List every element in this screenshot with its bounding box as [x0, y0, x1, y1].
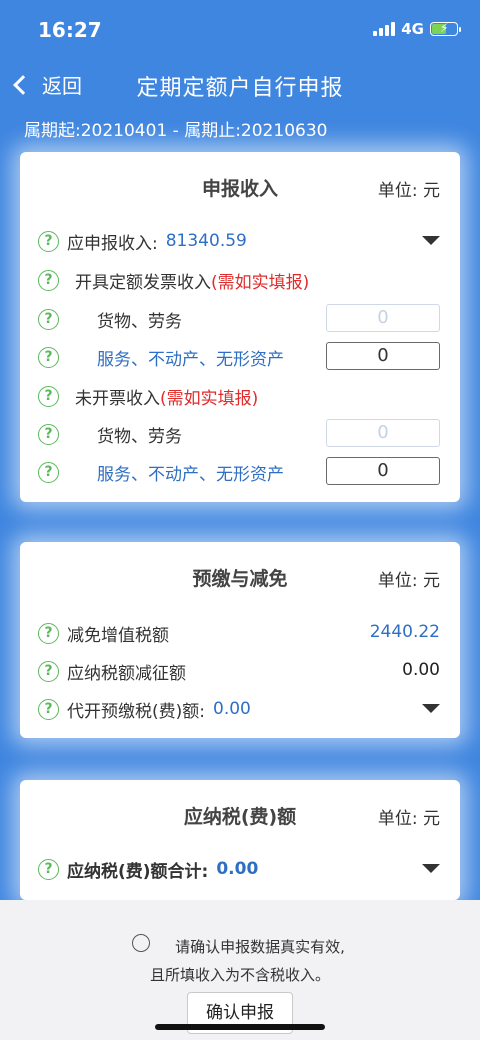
help-icon[interactable]: ?: [38, 858, 59, 880]
tax-reduction-value: 0.00: [402, 660, 440, 680]
help-icon[interactable]: ?: [38, 385, 59, 407]
prepaid-tax-row[interactable]: ? 代开预缴税(费)额: 0.00: [38, 694, 440, 724]
confirm-panel: 请确认申报数据真实有效, 且所填收入为不含税收入。 确认申报: [0, 900, 480, 1040]
battery-icon: ⚡: [430, 21, 461, 36]
tax-reduction-row: ? 应纳税额减征额 0.00: [38, 656, 440, 686]
invoice-services-label: 服务、不动产、无形资产: [97, 349, 284, 370]
vat-relief-value: 2440.22: [369, 622, 440, 642]
noinvoice-income-label: 未开票收入: [75, 388, 160, 409]
home-indicator: [155, 1024, 325, 1030]
prepay-card-unit: 单位: 元: [377, 571, 440, 591]
network-label: 4G: [401, 20, 424, 38]
prepaid-tax-label: 代开预缴税(费)额:: [67, 701, 205, 722]
noinvoice-goods-input: 0: [326, 419, 440, 447]
declared-income-label: 应申报收入:: [67, 233, 158, 254]
invoice-services-row: ? 服务、不动产、无形资产 0: [38, 342, 440, 372]
caret-down-icon[interactable]: [422, 864, 440, 873]
status-time: 16:27: [38, 18, 102, 42]
confirm-text-line2: 且所填收入为不含税收入。: [149, 966, 330, 984]
tax-total-value: 0.00: [216, 859, 259, 879]
declared-income-value: 81340.59: [165, 231, 247, 251]
prepay-card: 预缴与减免 单位: 元 ? 减免增值税额 2440.22 ? 应纳税额减征额 0…: [20, 542, 460, 738]
invoice-services-input[interactable]: 0: [326, 342, 440, 370]
signal-icon: [373, 22, 396, 36]
help-icon[interactable]: ?: [38, 461, 59, 483]
invoice-goods-input: 0: [326, 304, 440, 332]
tax-reduction-label: 应纳税额减征额: [67, 663, 186, 684]
help-icon[interactable]: ?: [38, 698, 59, 720]
prepaid-tax-value: 0.00: [213, 699, 251, 719]
noinvoice-goods-row: ? 货物、劳务 0: [38, 419, 440, 449]
tax-total-label: 应纳税(费)额合计:: [67, 861, 209, 882]
help-icon[interactable]: ?: [38, 622, 59, 644]
invoice-income-label: 开具定额发票收入: [75, 272, 211, 293]
prepay-card-header: 预缴与减免 单位: 元: [20, 542, 460, 608]
income-card: 申报收入 单位: 元 ? 应申报收入: 81340.59 ? 开具定额发票收入(…: [20, 152, 460, 502]
invoice-goods-label: 货物、劳务: [97, 311, 182, 332]
noinvoice-services-input[interactable]: 0: [326, 457, 440, 485]
status-bar: 16:27 4G ⚡: [0, 0, 480, 60]
caret-down-icon[interactable]: [422, 236, 440, 245]
noinvoice-services-label: 服务、不动产、无形资产: [97, 464, 284, 485]
invoice-required-note: (需如实填报): [211, 272, 310, 293]
caret-down-icon[interactable]: [422, 704, 440, 713]
help-icon[interactable]: ?: [38, 308, 59, 330]
help-icon[interactable]: ?: [38, 269, 59, 291]
noinvoice-required-note: (需如实填报): [160, 388, 259, 409]
tax-due-card: 应纳税(费)额 单位: 元 ? 应纳税(费)额合计: 0.00: [20, 780, 460, 900]
confirm-text-line1: 请确认申报数据真实有效,: [175, 938, 345, 956]
noinvoice-services-row: ? 服务、不动产、无形资产 0: [38, 457, 440, 487]
help-icon[interactable]: ?: [38, 660, 59, 682]
help-icon[interactable]: ?: [38, 230, 59, 252]
income-card-unit: 单位: 元: [377, 181, 440, 201]
income-card-header: 申报收入 单位: 元: [20, 152, 460, 218]
noinvoice-income-row: ? 未开票收入 (需如实填报): [38, 381, 440, 411]
vat-relief-label: 减免增值税额: [67, 625, 169, 646]
vat-relief-row: ? 减免增值税额 2440.22: [38, 618, 440, 648]
invoice-income-row: ? 开具定额发票收入 (需如实填报): [38, 265, 440, 295]
tax-due-card-header: 应纳税(费)额 单位: 元: [20, 780, 460, 846]
help-icon[interactable]: ?: [38, 423, 59, 445]
help-icon[interactable]: ?: [38, 346, 59, 368]
status-indicators: 4G ⚡: [373, 20, 461, 38]
page-title: 定期定额户自行申报: [136, 76, 344, 101]
declared-income-row[interactable]: ? 应申报收入: 81340.59: [38, 226, 440, 256]
noinvoice-goods-label: 货物、劳务: [97, 426, 182, 447]
tax-total-row[interactable]: ? 应纳税(费)额合计: 0.00: [38, 854, 440, 884]
invoice-goods-row: ? 货物、劳务 0: [38, 304, 440, 334]
tax-due-card-unit: 单位: 元: [377, 809, 440, 829]
period-range: 属期起:20210401 - 属期止:20210630: [24, 121, 328, 141]
nav-bar: 返回 定期定额户自行申报: [0, 62, 480, 108]
